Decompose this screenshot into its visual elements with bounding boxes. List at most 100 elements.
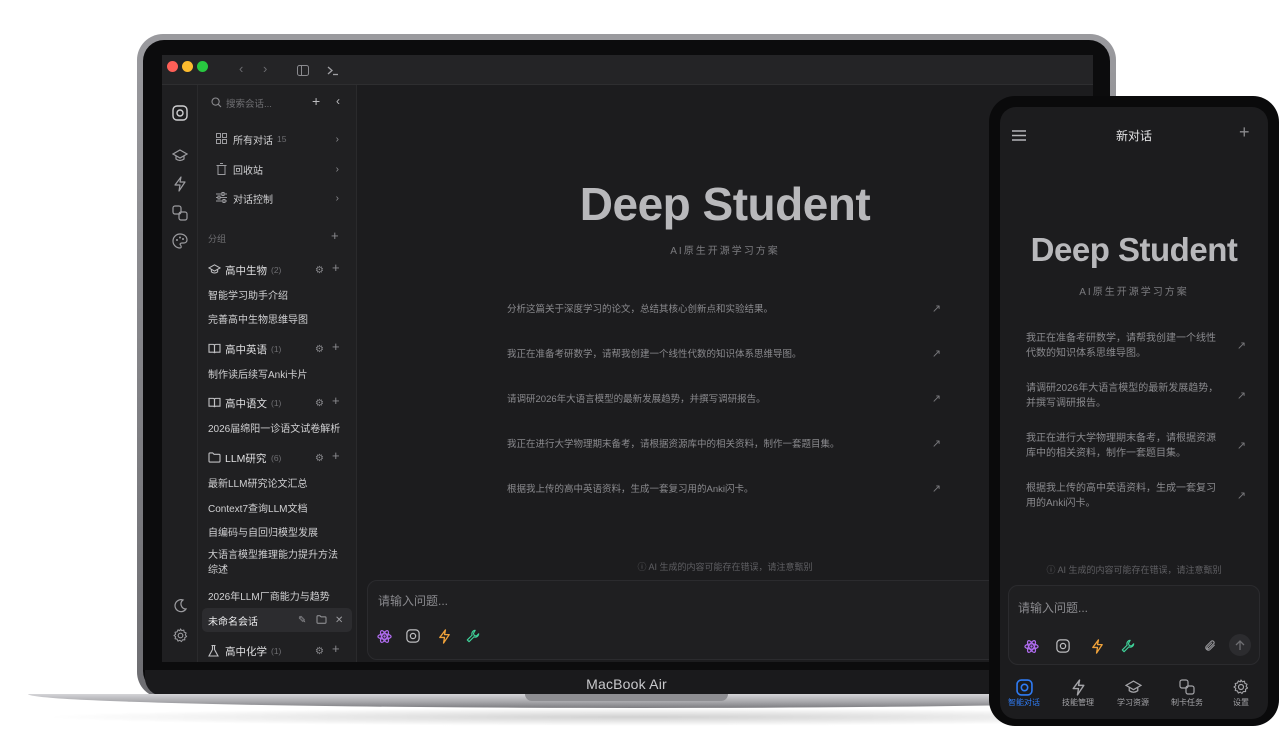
group-count: (1) [271,646,282,656]
search-input[interactable]: 搜索会话... [226,96,272,110]
list-item[interactable]: 智能学习助手介绍 [198,287,357,302]
graduation-cap-icon[interactable] [170,146,190,166]
group-add-plus-icon[interactable]: + [332,393,340,408]
info-icon: ⓘ [1046,565,1058,575]
back-arrow-icon[interactable]: ‹ [239,61,243,76]
add-group-plus-icon[interactable]: + [331,228,339,243]
tab-label: 设置 [1233,698,1249,707]
list-item[interactable]: 2026届绵阳一诊语文试卷解析 [198,420,357,435]
nav-conversation-control[interactable]: 对话控制 › [198,191,357,206]
suggestion-item[interactable]: 根据我上传的高中英语资料，生成一套复习用的Anki闪卡。 ↗ [507,476,941,500]
group-header-chinese[interactable]: 高中语文 (1) ⚙ + [198,393,357,411]
palette-icon[interactable] [170,231,190,251]
lightning-icon[interactable] [170,174,190,194]
new-chat-plus-icon[interactable]: + [312,93,320,109]
tab-card-tasks[interactable]: 制卡任务 [1160,677,1214,708]
chat-input-box[interactable]: 请输入问题... [1008,585,1260,665]
list-item[interactable]: Context7查询LLM文档 [198,500,357,515]
group-header-llm[interactable]: LLM研究 (6) ⚙ + [198,448,357,465]
group-add-plus-icon[interactable]: + [332,260,340,275]
list-item[interactable]: 大语言模型推理能力提升方法综述 [198,548,357,578]
tab-chat[interactable]: 智能对话 [1000,677,1051,708]
group-header-biology[interactable]: 高中生物 (2) ⚙ + [198,260,357,277]
arrow-up-right-icon: ↗ [1236,440,1246,452]
tab-settings[interactable]: 设置 [1214,677,1268,708]
suggestion-item[interactable]: 请调研2026年大语言模型的最新发展趋势，并撰写调研报告。 ↗ [507,386,941,410]
chat-icon[interactable] [170,103,190,123]
ai-disclaimer: ⓘ AI 生成的内容可能存在错误，请注意甄别 [357,560,1093,573]
suggestion-item[interactable]: 我正在进行大学物理期末备考，请根据资源库中的相关资料，制作一套题目集。 ↗ [507,431,941,455]
wrench-icon[interactable] [1119,637,1137,655]
suggestion-item[interactable]: 分析这篇关于深度学习的论文，总结其核心创新点和实验结果。 ↗ [507,296,941,320]
list-item[interactable]: 2026年LLM厂商能力与趋势 [198,588,357,603]
chat-input[interactable]: 请输入问题... [378,592,448,609]
list-item[interactable]: 完善高中生物思维导图 [198,311,357,326]
book-icon [208,397,221,411]
sliders-icon [216,192,227,206]
group-add-plus-icon[interactable]: + [332,448,340,463]
group-add-plus-icon[interactable]: + [332,339,340,354]
tab-skills[interactable]: 技能管理 [1051,677,1105,708]
suggestion-item[interactable]: 我正在准备考研数学，请帮我创建一个线性代数的知识体系思维导图。 ↗ [1026,331,1246,361]
group-add-plus-icon[interactable]: + [332,641,340,656]
moon-icon[interactable] [170,596,190,616]
collapse-sidebar-icon[interactable]: ‹ [336,94,340,108]
terminal-icon[interactable] [327,63,339,81]
phone-header-title: 新对话 [1115,129,1152,143]
gear-icon[interactable] [170,625,190,645]
send-arrow-up-icon[interactable] [1229,634,1251,656]
suggestion-item[interactable]: 请调研2026年大语言模型的最新发展趋势，并撰写调研报告。 ↗ [1026,381,1246,411]
chat-input[interactable]: 请输入问题... [1018,599,1088,616]
tab-resources[interactable]: 学习资源 [1106,677,1160,708]
wrench-icon[interactable] [464,627,482,645]
group-settings-gear-icon[interactable]: ⚙ [315,344,324,355]
conversation-sidebar: 搜索会话... + ‹ 所有对话 15 › 回收站 › 对话控制 › 分组 + … [198,85,357,662]
list-item[interactable]: 最新LLM研究论文汇总 [198,475,357,490]
forward-arrow-icon[interactable]: › [263,61,267,76]
list-item[interactable]: 自编码与自回归模型发展 [198,524,357,539]
maximize-window-button[interactable] [197,61,208,72]
delete-close-icon[interactable]: ✕ [335,615,343,626]
group-header-english[interactable]: 高中英语 (1) ⚙ + [198,339,357,356]
active-conversation-item[interactable]: 未命名会话 ✎ ✕ [202,608,352,632]
suggestion-item[interactable]: 我正在准备考研数学，请帮我创建一个线性代数的知识体系思维导图。 ↗ [507,341,941,365]
atom-icon[interactable] [375,627,393,645]
conversation-title: Context7查询LLM文档 [208,503,308,515]
close-window-button[interactable] [167,61,178,72]
conversation-title: 未命名会话 [208,616,258,628]
rename-pencil-icon[interactable]: ✎ [298,615,306,626]
paperclip-icon[interactable] [1201,637,1219,655]
nav-all-conversations[interactable]: 所有对话 15 › [198,132,357,147]
conversation-title: 2026届绵阳一诊语文试卷解析 [208,423,341,435]
chat-input-box[interactable]: 请输入问题... [367,580,1083,660]
nav-recycle-bin[interactable]: 回收站 › [198,162,357,177]
arrow-up-right-icon: ↗ [931,302,941,315]
chat-mode-icon[interactable] [1054,637,1072,655]
suggestion-item[interactable]: 根据我上传的高中英语资料，生成一套复习用的Anki闪卡。 ↗ [1026,481,1246,511]
graduation-cap-icon [1106,677,1160,697]
move-folder-icon[interactable] [316,615,327,627]
group-settings-gear-icon[interactable]: ⚙ [315,265,324,276]
disclaimer-text: AI 生成的内容可能存在错误，请注意甄别 [1057,565,1222,575]
arrow-up-right-icon: ↗ [1236,390,1246,402]
laptop-base-notch [525,694,728,701]
arrow-up-right-icon: ↗ [931,392,941,405]
list-item[interactable]: 制作读后续写Anki卡片 [198,366,357,381]
chat-mode-icon[interactable] [404,627,422,645]
lightning-skill-icon[interactable] [435,627,453,645]
conversation-title: 大语言模型推理能力提升方法综述 [208,550,338,576]
new-chat-plus-icon[interactable]: + [1239,122,1250,143]
atom-icon[interactable] [1022,637,1040,655]
suggestion-item[interactable]: 我正在进行大学物理期末备考，请根据资源库中的相关资料，制作一套题目集。 ↗ [1026,431,1246,461]
laptop-chin: MacBook Air [145,670,1108,696]
cards-icon[interactable] [170,203,190,223]
conversation-title: 2026年LLM厂商能力与趋势 [208,591,330,603]
group-header-chemistry[interactable]: 高中化学 (1) ⚙ + [198,641,357,658]
sidebar-toggle-icon[interactable] [297,63,309,81]
group-settings-gear-icon[interactable]: ⚙ [315,453,324,464]
lightning-skill-icon[interactable] [1088,637,1106,655]
nav-count: 15 [277,134,287,144]
group-settings-gear-icon[interactable]: ⚙ [315,398,324,409]
minimize-window-button[interactable] [182,61,193,72]
group-settings-gear-icon[interactable]: ⚙ [315,646,324,657]
